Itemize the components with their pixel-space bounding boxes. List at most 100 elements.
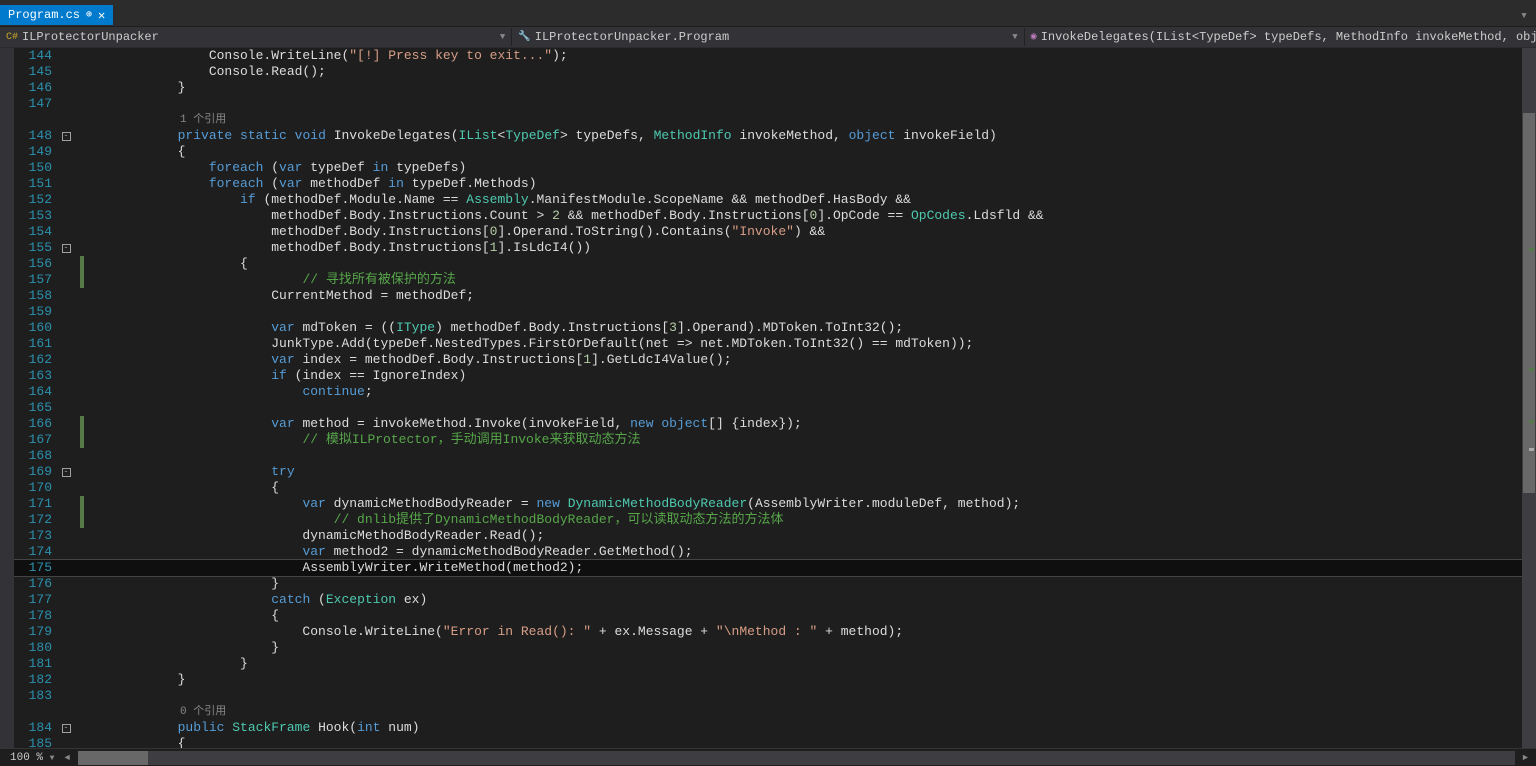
fold-gutter[interactable] <box>52 640 80 656</box>
code-line[interactable]: 180 } <box>14 640 1536 656</box>
code-line[interactable]: 162 var index = methodDef.Body.Instructi… <box>14 352 1536 368</box>
code-line[interactable]: 171 var dynamicMethodBodyReader = new Dy… <box>14 496 1536 512</box>
code-text[interactable]: methodDef.Body.Instructions[1].IsLdcI4()… <box>84 240 1536 256</box>
fold-gutter[interactable] <box>52 96 80 112</box>
code-line[interactable]: 166 var method = invokeMethod.Invoke(inv… <box>14 416 1536 432</box>
code-text[interactable]: { <box>84 736 1536 748</box>
code-text[interactable]: // 模拟ILProtector，手动调用Invoke来获取动态方法 <box>84 432 1536 448</box>
fold-gutter[interactable] <box>52 288 80 304</box>
code-line[interactable]: 146 } <box>14 80 1536 96</box>
code-text[interactable]: { <box>84 480 1536 496</box>
fold-gutter[interactable] <box>52 656 80 672</box>
fold-gutter[interactable] <box>52 144 80 160</box>
code-text[interactable]: dynamicMethodBodyReader.Read(); <box>84 528 1536 544</box>
code-line[interactable]: 168 <box>14 448 1536 464</box>
hscroll-thumb[interactable] <box>78 751 148 765</box>
code-line[interactable]: 164 continue; <box>14 384 1536 400</box>
code-text[interactable]: } <box>84 640 1536 656</box>
nav-namespace-dropdown[interactable]: C# ILProtectorUnpacker ▼ <box>0 28 512 46</box>
pin-icon[interactable]: ⊕ <box>86 9 92 21</box>
code-text[interactable]: if (methodDef.Module.Name == Assembly.Ma… <box>84 192 1536 208</box>
code-text[interactable]: { <box>84 144 1536 160</box>
code-line[interactable]: 155- methodDef.Body.Instructions[1].IsLd… <box>14 240 1536 256</box>
code-text[interactable]: methodDef.Body.Instructions.Count > 2 &&… <box>84 208 1536 224</box>
fold-gutter[interactable] <box>52 736 80 748</box>
fold-gutter[interactable] <box>52 256 80 272</box>
fold-gutter[interactable] <box>52 272 80 288</box>
fold-gutter[interactable] <box>52 544 80 560</box>
code-line[interactable]: 185 { <box>14 736 1536 748</box>
code-editor[interactable]: 144 Console.WriteLine("[!] Press key to … <box>0 48 1536 748</box>
scroll-left-icon[interactable]: ◄ <box>60 753 73 763</box>
horizontal-scrollbar[interactable] <box>78 751 1515 765</box>
fold-gutter[interactable]: - <box>52 464 80 480</box>
code-line[interactable]: 170 { <box>14 480 1536 496</box>
fold-gutter[interactable] <box>52 160 80 176</box>
code-text[interactable]: var method2 = dynamicMethodBodyReader.Ge… <box>84 544 1536 560</box>
code-text[interactable] <box>84 96 1536 112</box>
tab-dropdown-icon[interactable]: ▾ <box>1512 8 1536 23</box>
code-line[interactable]: 172 // dnlib提供了DynamicMethodBodyReader，可… <box>14 512 1536 528</box>
code-line[interactable]: 161 JunkType.Add(typeDef.NestedTypes.Fir… <box>14 336 1536 352</box>
fold-gutter[interactable] <box>52 480 80 496</box>
code-line[interactable]: 174 var method2 = dynamicMethodBodyReade… <box>14 544 1536 560</box>
fold-gutter[interactable] <box>52 336 80 352</box>
fold-gutter[interactable]: - <box>52 720 80 736</box>
fold-gutter[interactable] <box>52 432 80 448</box>
codelens[interactable]: 0 个引用 <box>14 704 1536 720</box>
code-text[interactable]: private static void InvokeDelegates(ILis… <box>84 128 1536 144</box>
fold-gutter[interactable] <box>52 560 80 576</box>
fold-gutter[interactable] <box>52 192 80 208</box>
code-text[interactable]: // dnlib提供了DynamicMethodBodyReader，可以读取动… <box>84 512 1536 528</box>
fold-gutter[interactable] <box>52 320 80 336</box>
file-tab[interactable]: Program.cs ⊕ ✕ <box>0 5 113 25</box>
fold-gutter[interactable] <box>52 64 80 80</box>
zoom-level[interactable]: 100 % ▼ <box>4 752 60 764</box>
fold-gutter[interactable]: - <box>52 240 80 256</box>
code-line[interactable]: 154 methodDef.Body.Instructions[0].Opera… <box>14 224 1536 240</box>
code-text[interactable]: continue; <box>84 384 1536 400</box>
code-line[interactable]: 144 Console.WriteLine("[!] Press key to … <box>14 48 1536 64</box>
code-line[interactable]: 181 } <box>14 656 1536 672</box>
fold-gutter[interactable] <box>52 80 80 96</box>
fold-gutter[interactable] <box>52 208 80 224</box>
code-text[interactable]: Console.Read(); <box>84 64 1536 80</box>
fold-gutter[interactable] <box>52 368 80 384</box>
scroll-right-icon[interactable]: ► <box>1519 753 1532 763</box>
fold-gutter[interactable] <box>52 224 80 240</box>
code-text[interactable]: Console.WriteLine("[!] Press key to exit… <box>84 48 1536 64</box>
code-line[interactable]: 178 { <box>14 608 1536 624</box>
code-text[interactable]: } <box>84 80 1536 96</box>
code-line[interactable]: 150 foreach (var typeDef in typeDefs) <box>14 160 1536 176</box>
code-text[interactable] <box>84 400 1536 416</box>
fold-gutter[interactable] <box>52 400 80 416</box>
code-line[interactable]: 175 AssemblyWriter.WriteMethod(method2); <box>14 560 1536 576</box>
code-line[interactable]: 158 CurrentMethod = methodDef; <box>14 288 1536 304</box>
code-line[interactable]: 169- try <box>14 464 1536 480</box>
code-text[interactable]: AssemblyWriter.WriteMethod(method2); <box>84 560 1536 576</box>
code-line[interactable]: 167 // 模拟ILProtector，手动调用Invoke来获取动态方法 <box>14 432 1536 448</box>
code-text[interactable]: } <box>84 656 1536 672</box>
fold-gutter[interactable] <box>52 304 80 320</box>
fold-gutter[interactable] <box>52 512 80 528</box>
code-text[interactable]: catch (Exception ex) <box>84 592 1536 608</box>
fold-gutter[interactable] <box>52 448 80 464</box>
code-line[interactable]: 182 } <box>14 672 1536 688</box>
code-line[interactable]: 152 if (methodDef.Module.Name == Assembl… <box>14 192 1536 208</box>
vertical-scrollbar[interactable] <box>1522 48 1536 748</box>
code-line[interactable]: 173 dynamicMethodBodyReader.Read(); <box>14 528 1536 544</box>
code-text[interactable]: } <box>84 672 1536 688</box>
fold-gutter[interactable]: - <box>52 128 80 144</box>
code-text[interactable] <box>84 448 1536 464</box>
codelens[interactable]: 1 个引用 <box>14 112 1536 128</box>
fold-gutter[interactable] <box>52 624 80 640</box>
code-text[interactable]: { <box>84 256 1536 272</box>
code-line[interactable]: 179 Console.WriteLine("Error in Read(): … <box>14 624 1536 640</box>
code-line[interactable]: 165 <box>14 400 1536 416</box>
scroll-thumb[interactable] <box>1523 113 1535 493</box>
fold-gutter[interactable] <box>52 528 80 544</box>
code-line[interactable]: 163 if (index == IgnoreIndex) <box>14 368 1536 384</box>
code-text[interactable]: foreach (var typeDef in typeDefs) <box>84 160 1536 176</box>
code-text[interactable]: if (index == IgnoreIndex) <box>84 368 1536 384</box>
code-line[interactable]: 153 methodDef.Body.Instructions.Count > … <box>14 208 1536 224</box>
